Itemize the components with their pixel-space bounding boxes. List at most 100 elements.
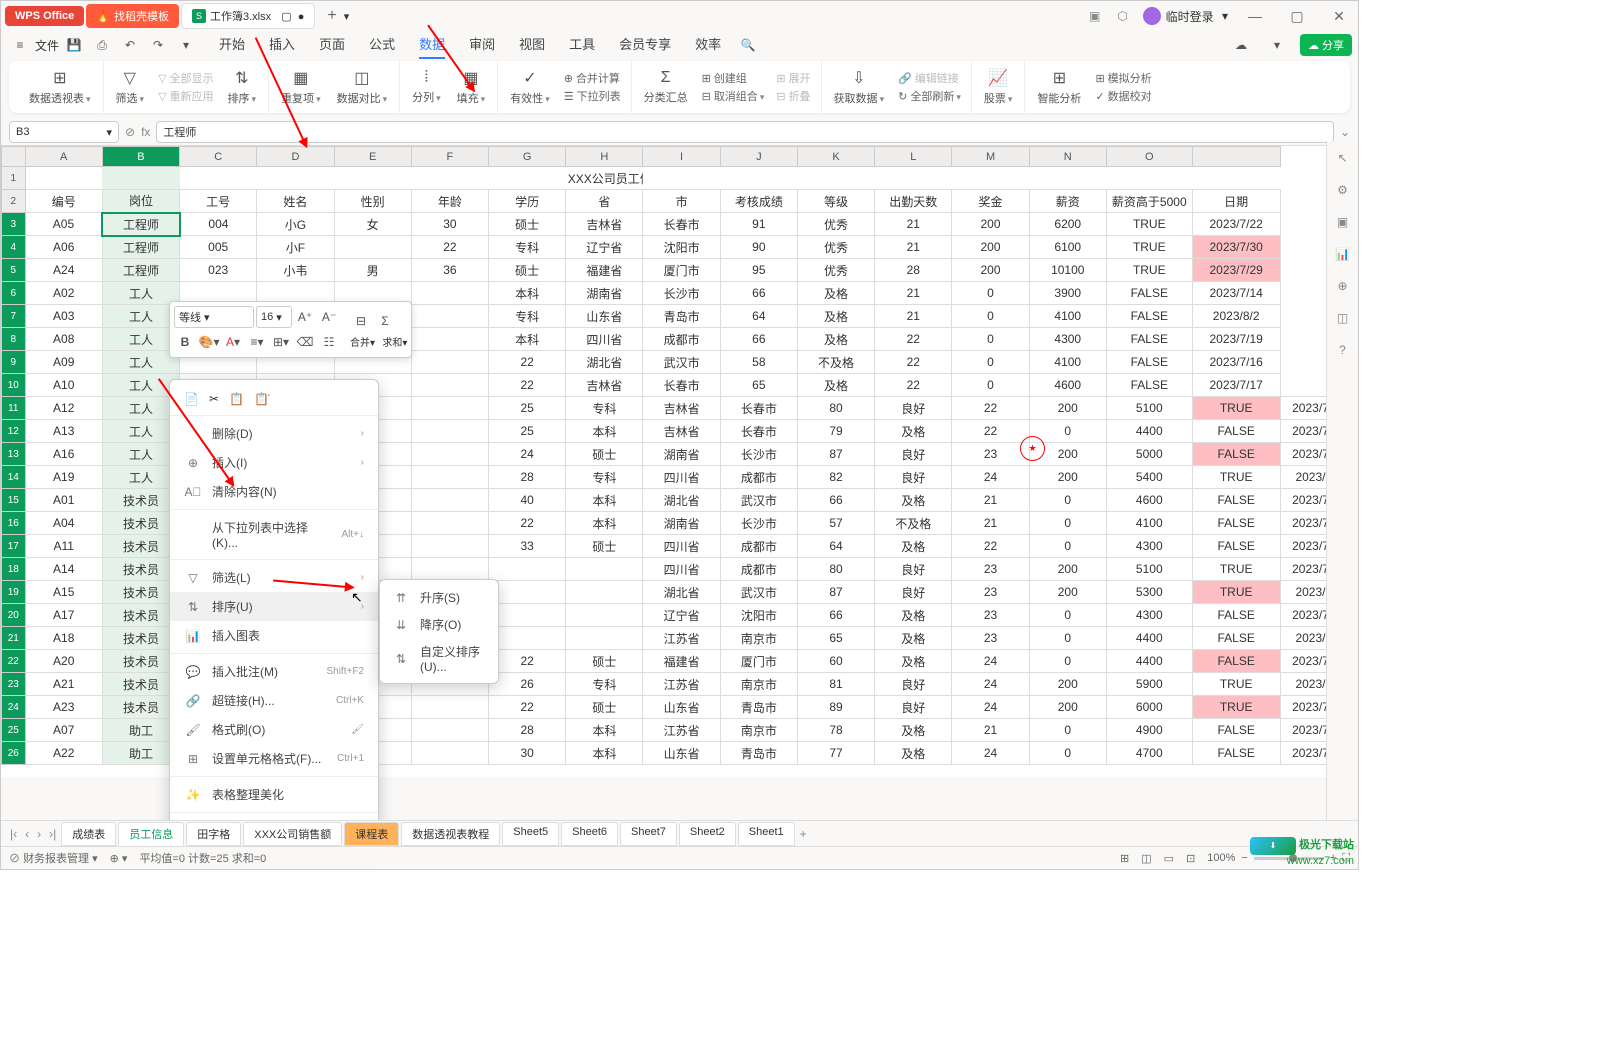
decrease-font-icon[interactable]: A⁻ <box>318 306 340 328</box>
header-cell[interactable]: 奖金 <box>952 190 1029 213</box>
data-cell[interactable]: 80 <box>797 558 874 581</box>
data-cell[interactable]: 技术员 <box>102 627 179 650</box>
data-cell[interactable]: 本科 <box>489 328 566 351</box>
data-cell[interactable]: 四川省 <box>643 558 720 581</box>
data-cell[interactable]: 长沙市 <box>643 282 720 305</box>
data-cell[interactable]: 21 <box>952 719 1029 742</box>
data-cell[interactable]: FALSE <box>1192 512 1280 535</box>
header-cell[interactable]: 工号 <box>180 190 257 213</box>
merge-select[interactable]: 合并▾ <box>350 334 375 349</box>
simulation-button[interactable]: ⊞ 模拟分析 <box>1095 70 1151 86</box>
data-cell[interactable]: 武汉市 <box>720 489 797 512</box>
data-cell[interactable]: 2023/7/30 <box>1192 236 1280 259</box>
data-cell[interactable]: 0 <box>952 374 1029 397</box>
data-cell[interactable]: 女 <box>334 213 411 236</box>
collapse-button[interactable]: ⊟ 折叠 <box>776 88 810 104</box>
data-cell[interactable]: 21 <box>875 236 952 259</box>
sum-select[interactable]: 求和▾ <box>382 334 407 349</box>
view-normal-icon[interactable]: ⊞ <box>1120 852 1129 865</box>
column-header[interactable]: J <box>720 147 797 167</box>
data-cell[interactable] <box>411 443 488 466</box>
data-cell[interactable]: 良好 <box>875 466 952 489</box>
data-cell[interactable]: 66 <box>797 489 874 512</box>
data-cell[interactable]: 33 <box>489 535 566 558</box>
format-icon[interactable]: ☷ <box>318 331 340 353</box>
data-cell[interactable]: 及格 <box>797 305 874 328</box>
data-cell[interactable]: A13 <box>25 420 102 443</box>
data-cell[interactable]: 21 <box>952 512 1029 535</box>
data-cell[interactable]: 6200 <box>1029 213 1106 236</box>
data-cell[interactable]: 4300 <box>1106 535 1192 558</box>
data-cell[interactable]: 28 <box>489 719 566 742</box>
data-cell[interactable]: 小G <box>257 213 334 236</box>
menu-insert[interactable]: ⊕插入(I)› <box>170 448 378 477</box>
data-cell[interactable]: 成都市 <box>720 535 797 558</box>
header-cell[interactable]: 学历 <box>489 190 566 213</box>
data-cell[interactable]: 200 <box>1029 558 1106 581</box>
filter-button[interactable]: ▽筛选 <box>108 68 153 106</box>
data-cell[interactable]: 0 <box>952 282 1029 305</box>
data-cell[interactable]: 22 <box>952 420 1029 443</box>
data-cell[interactable] <box>411 351 488 374</box>
analysis-button[interactable]: ⊞智能分析 <box>1029 68 1089 106</box>
edit-link-button[interactable]: 🔗 编辑链接 <box>898 70 961 86</box>
data-cell[interactable]: 004 <box>180 213 257 236</box>
data-cell[interactable]: 6100 <box>1029 236 1106 259</box>
sheet-first-icon[interactable]: |‹ <box>7 827 20 841</box>
menu-chart[interactable]: 📊插入图表 <box>170 621 378 650</box>
data-cell[interactable]: 良好 <box>875 673 952 696</box>
name-box[interactable]: B3▾ <box>9 121 119 143</box>
header-cell[interactable]: 年龄 <box>411 190 488 213</box>
expand-formula-icon[interactable]: ⌄ <box>1340 125 1350 139</box>
data-cell[interactable]: 硕士 <box>489 213 566 236</box>
column-header[interactable]: K <box>797 147 874 167</box>
data-cell[interactable]: 24 <box>952 742 1029 765</box>
task-panel-icon[interactable]: ▣ <box>1334 213 1352 231</box>
data-cell[interactable]: 30 <box>411 213 488 236</box>
data-cell[interactable]: 4400 <box>1106 627 1192 650</box>
formula-input[interactable]: 工程师 <box>156 121 1334 143</box>
data-cell[interactable]: 2023/7/22 <box>1192 213 1280 236</box>
data-cell[interactable]: 及格 <box>875 535 952 558</box>
data-cell[interactable]: 22 <box>875 374 952 397</box>
data-cell[interactable]: 90 <box>720 236 797 259</box>
data-cell[interactable]: 专科 <box>566 466 643 489</box>
data-cell[interactable]: 长春市 <box>643 374 720 397</box>
ungroup-button[interactable]: ⊟ 取消组合 <box>702 88 765 104</box>
border-icon[interactable]: ⊞▾ <box>270 331 292 353</box>
maximize-button[interactable]: ▢ <box>1282 8 1312 25</box>
data-cell[interactable]: 2023/7/17 <box>1192 374 1280 397</box>
copy-icon[interactable]: 📄 <box>184 392 199 406</box>
data-cell[interactable]: 硕士 <box>566 443 643 466</box>
header-cell[interactable]: 出勤天数 <box>875 190 952 213</box>
data-cell[interactable]: A09 <box>25 351 102 374</box>
data-cell[interactable]: 及格 <box>797 282 874 305</box>
data-cell[interactable]: 工人 <box>102 397 179 420</box>
sheet-tab[interactable]: Sheet5 <box>502 822 559 846</box>
data-cell[interactable]: 200 <box>1029 466 1106 489</box>
data-cell[interactable]: 25 <box>489 397 566 420</box>
menu-dropdown-select[interactable]: 从下拉列表中选择(K)...Alt+↓ <box>170 513 378 556</box>
data-cell[interactable]: 5100 <box>1106 558 1192 581</box>
data-cell[interactable]: 工人 <box>102 282 179 305</box>
data-cell[interactable]: FALSE <box>1192 489 1280 512</box>
data-cell[interactable]: 青岛市 <box>643 305 720 328</box>
data-cell[interactable]: 硕士 <box>566 535 643 558</box>
data-cell[interactable]: 长春市 <box>720 397 797 420</box>
data-cell[interactable]: 26 <box>489 673 566 696</box>
sheet-tab[interactable]: XXX公司销售额 <box>243 822 342 846</box>
sheet-tab[interactable]: Sheet2 <box>679 822 736 846</box>
column-header[interactable]: L <box>875 147 952 167</box>
data-cell[interactable]: 技术员 <box>102 489 179 512</box>
menu-beautify[interactable]: ✨表格整理美化 <box>170 780 378 809</box>
data-cell[interactable]: 66 <box>720 282 797 305</box>
data-cell[interactable]: 四川省 <box>643 466 720 489</box>
column-header[interactable]: H <box>566 147 643 167</box>
zoom-mode-icon[interactable]: ⊡ <box>1186 852 1195 865</box>
data-cell[interactable]: TRUE <box>1106 236 1192 259</box>
data-cell[interactable]: 不及格 <box>875 512 952 535</box>
workbook-tab[interactable]: S工作簿3.xlsx ▢ ● <box>181 3 315 29</box>
data-cell[interactable]: 87 <box>797 581 874 604</box>
column-header[interactable]: G <box>489 147 566 167</box>
increase-font-icon[interactable]: A⁺ <box>294 306 316 328</box>
